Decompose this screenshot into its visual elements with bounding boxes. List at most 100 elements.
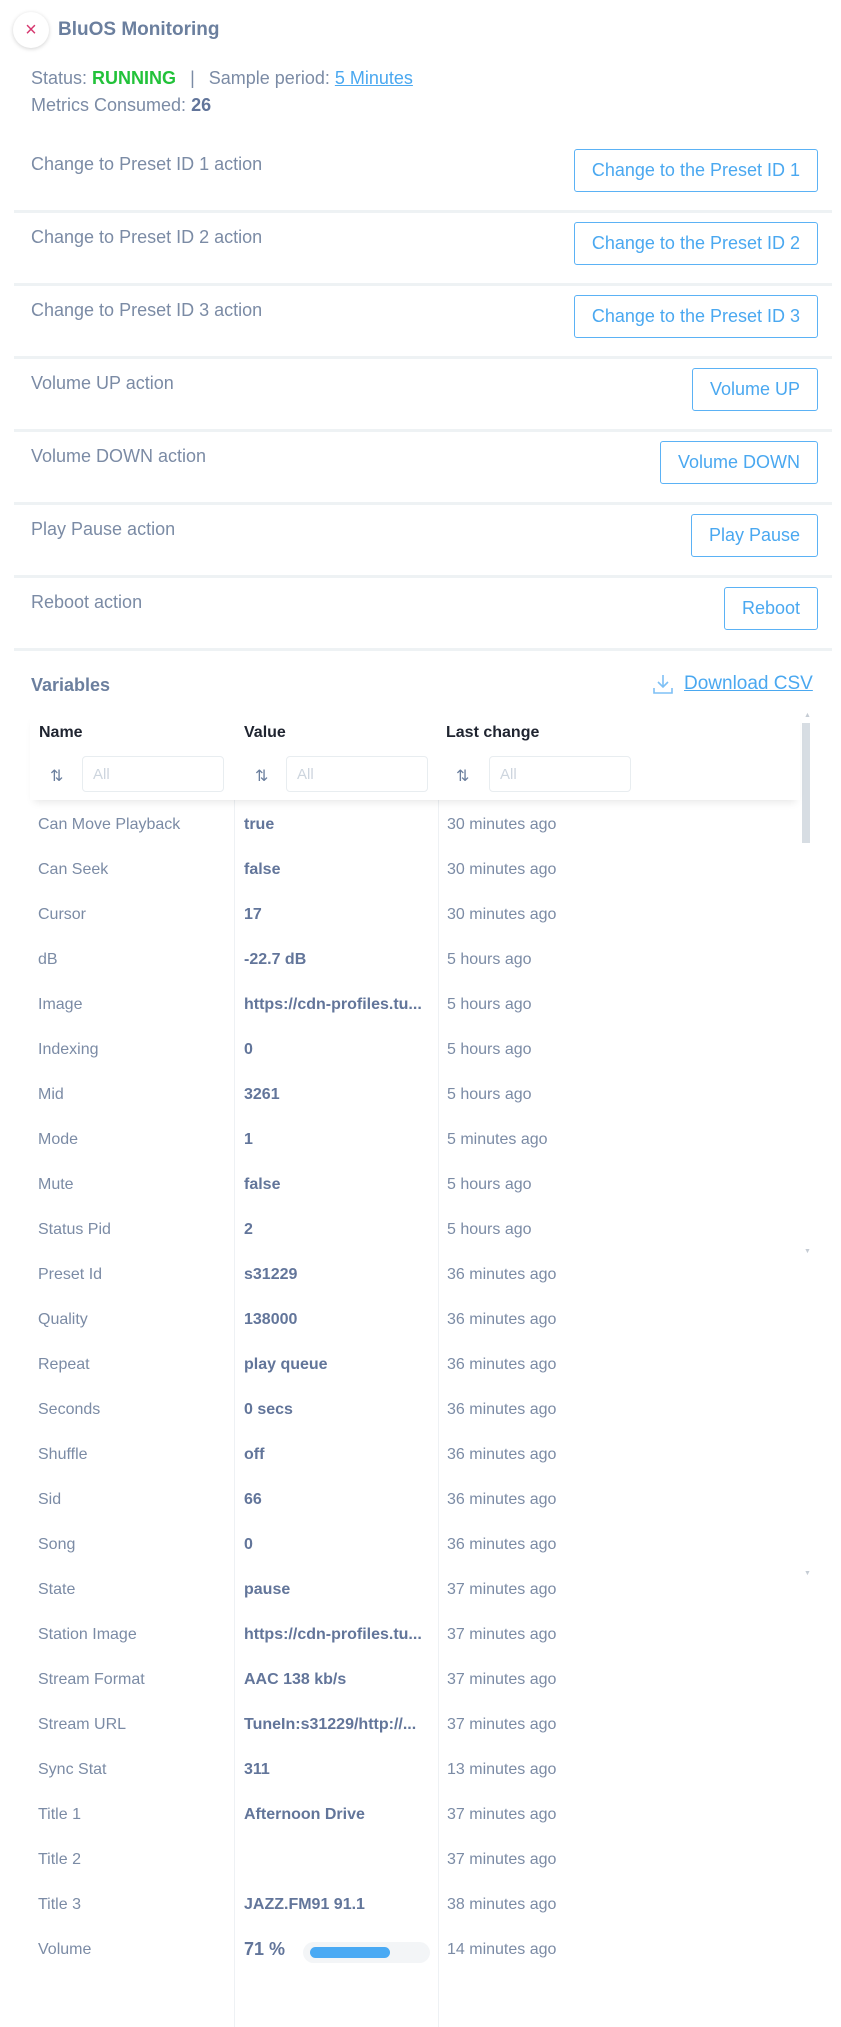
table-row: Title 2 37 minutes ago	[0, 1840, 841, 1885]
table-header: Name Value Last change ⇅ ⇅ ⇅	[30, 712, 800, 800]
close-icon: ×	[25, 19, 37, 41]
variable-last-change: 37 minutes ago	[447, 1671, 557, 1688]
variable-last-change: 13 minutes ago	[447, 1761, 557, 1778]
variable-value: 0	[244, 1041, 253, 1058]
sort-value-icon[interactable]: ⇅	[255, 766, 268, 786]
variable-name: Repeat	[38, 1356, 90, 1373]
table-row: Preset Id s31229 36 minutes ago	[0, 1255, 841, 1300]
variable-last-change: 5 hours ago	[447, 1176, 532, 1193]
table-row: dB -22.7 dB 5 hours ago	[0, 940, 841, 985]
table-row: Stream URL TuneIn:s31229/http://... 37 min…	[0, 1705, 841, 1750]
table-row: Shuffle off 36 minutes ago	[0, 1435, 841, 1480]
table-row: Mode 1 5 minutes ago	[0, 1120, 841, 1165]
sample-period-link[interactable]: 5 Minutes	[335, 68, 413, 88]
variable-last-change: 38 minutes ago	[447, 1896, 557, 1913]
variable-name: Stream Format	[38, 1671, 145, 1688]
variable-value: pause	[244, 1581, 291, 1598]
action-row: Volume DOWN action Volume DOWN	[14, 432, 832, 505]
variable-value: -22.7 dB	[244, 951, 307, 968]
action-button[interactable]: Volume UP	[691, 368, 818, 411]
metrics-label: Metrics Consumed:	[31, 95, 187, 115]
variable-value: 0	[244, 1536, 253, 1553]
variable-value: TuneIn:s31229/http://...	[244, 1716, 417, 1733]
variable-name: Sync Stat	[38, 1761, 107, 1778]
variable-last-change: 36 minutes ago	[447, 1311, 557, 1328]
variable-name: Shuffle	[38, 1446, 88, 1463]
close-button[interactable]: ×	[13, 12, 49, 48]
variable-name: Can Move Playback	[38, 816, 181, 833]
variable-last-change: 36 minutes ago	[447, 1536, 557, 1553]
table-scrollbar[interactable]	[802, 723, 810, 843]
sort-last-change-icon[interactable]: ⇅	[456, 766, 469, 786]
table-row: Quality 138000 36 minutes ago	[0, 1300, 841, 1345]
action-row: Reboot action Reboot	[14, 578, 832, 651]
page-title: BluOS Monitoring	[58, 19, 220, 40]
action-row: Change to Preset ID 2 action Change to th…	[14, 213, 832, 286]
filter-last-change-input[interactable]	[489, 756, 631, 792]
variable-last-change: 36 minutes ago	[447, 1446, 557, 1463]
variable-name: Title 3	[38, 1896, 81, 1913]
column-header-last-change[interactable]: Last change	[446, 724, 539, 742]
variable-value: off	[244, 1446, 265, 1463]
action-row: Change to Preset ID 3 action Change to th…	[14, 286, 832, 359]
variable-value: https://cdn-profiles.tu...	[244, 1626, 422, 1643]
table-row: Image https://cdn-profiles.tu... 5 hours a…	[0, 985, 841, 1030]
sample-period-label: Sample period:	[208, 68, 330, 88]
variable-last-change: 5 hours ago	[447, 1041, 532, 1058]
variable-last-change: 30 minutes ago	[447, 816, 557, 833]
download-csv-link[interactable]: Download CSV	[652, 673, 813, 695]
variable-last-change: 30 minutes ago	[447, 861, 557, 878]
variable-name: Title 1	[38, 1806, 81, 1823]
column-header-name[interactable]: Name	[39, 724, 83, 742]
variables-table-body: Can Move Playback true 30 minutes ago Can S…	[0, 805, 841, 1975]
action-button[interactable]: Change to the Preset ID 1	[573, 149, 818, 192]
variable-name: Stream URL	[38, 1716, 127, 1733]
action-button[interactable]: Play Pause	[690, 514, 818, 557]
metrics-value: 26	[191, 95, 212, 115]
column-header-value[interactable]: Value	[244, 724, 286, 742]
table-row: Song 0 36 minutes ago	[0, 1525, 841, 1570]
status-badge: RUNNING	[92, 68, 177, 88]
variable-value: false	[244, 861, 281, 878]
action-button[interactable]: Reboot	[723, 587, 818, 630]
table-row: Seconds 0 secs 36 minutes ago	[0, 1390, 841, 1435]
table-row: Volume 71 % 14 minutes ago	[0, 1930, 841, 1975]
filter-value-input[interactable]	[286, 756, 428, 792]
variable-value: true	[244, 816, 275, 833]
action-label: Change to Preset ID 2 action	[31, 227, 263, 247]
variable-last-change: 37 minutes ago	[447, 1851, 557, 1868]
download-csv-label: Download CSV	[684, 673, 813, 694]
table-row: Can Move Playback true 30 minutes ago	[0, 805, 841, 850]
table-row: Stream Format AAC 138 kb/s 37 minutes ago	[0, 1660, 841, 1705]
status-separator: |	[190, 68, 195, 88]
sort-name-icon[interactable]: ⇅	[50, 766, 63, 786]
variable-value: false	[244, 1176, 281, 1193]
variable-last-change: 36 minutes ago	[447, 1491, 557, 1508]
action-button[interactable]: Volume DOWN	[659, 441, 818, 484]
variables-title: Variables	[31, 675, 111, 695]
action-button[interactable]: Change to the Preset ID 3	[573, 295, 818, 338]
filter-name-input[interactable]	[82, 756, 224, 792]
scroll-up-arrow-icon[interactable]: ▲	[804, 712, 811, 719]
action-button[interactable]: Change to the Preset ID 2	[573, 222, 818, 265]
variable-name: dB	[38, 951, 58, 968]
variable-last-change: 5 minutes ago	[447, 1131, 548, 1148]
scroll-down-arrow-icon[interactable]: ▼	[804, 1248, 811, 1255]
variable-value: AAC 138 kb/s	[244, 1671, 347, 1688]
variable-name: Title 2	[38, 1851, 81, 1868]
variable-name: Seconds	[38, 1401, 101, 1418]
variable-value: 66	[244, 1491, 262, 1508]
action-label: Volume UP action	[31, 373, 174, 393]
variable-last-change: 36 minutes ago	[447, 1356, 557, 1373]
variable-value: 311	[244, 1761, 270, 1778]
variable-value: 1	[244, 1131, 253, 1148]
status-summary: Status: RUNNING | Sample period: 5 Minut…	[31, 65, 413, 119]
table-row: Status Pid 2 5 hours ago	[0, 1210, 841, 1255]
scroll-down-arrow-icon[interactable]: ▼	[804, 1570, 811, 1577]
table-row: Cursor 17 30 minutes ago	[0, 895, 841, 940]
variable-last-change: 36 minutes ago	[447, 1401, 557, 1418]
variable-name: Mute	[38, 1176, 74, 1193]
action-row: Volume UP action Volume UP	[14, 359, 832, 432]
variable-name: Preset Id	[38, 1266, 103, 1283]
variable-value: 138000	[244, 1311, 298, 1328]
